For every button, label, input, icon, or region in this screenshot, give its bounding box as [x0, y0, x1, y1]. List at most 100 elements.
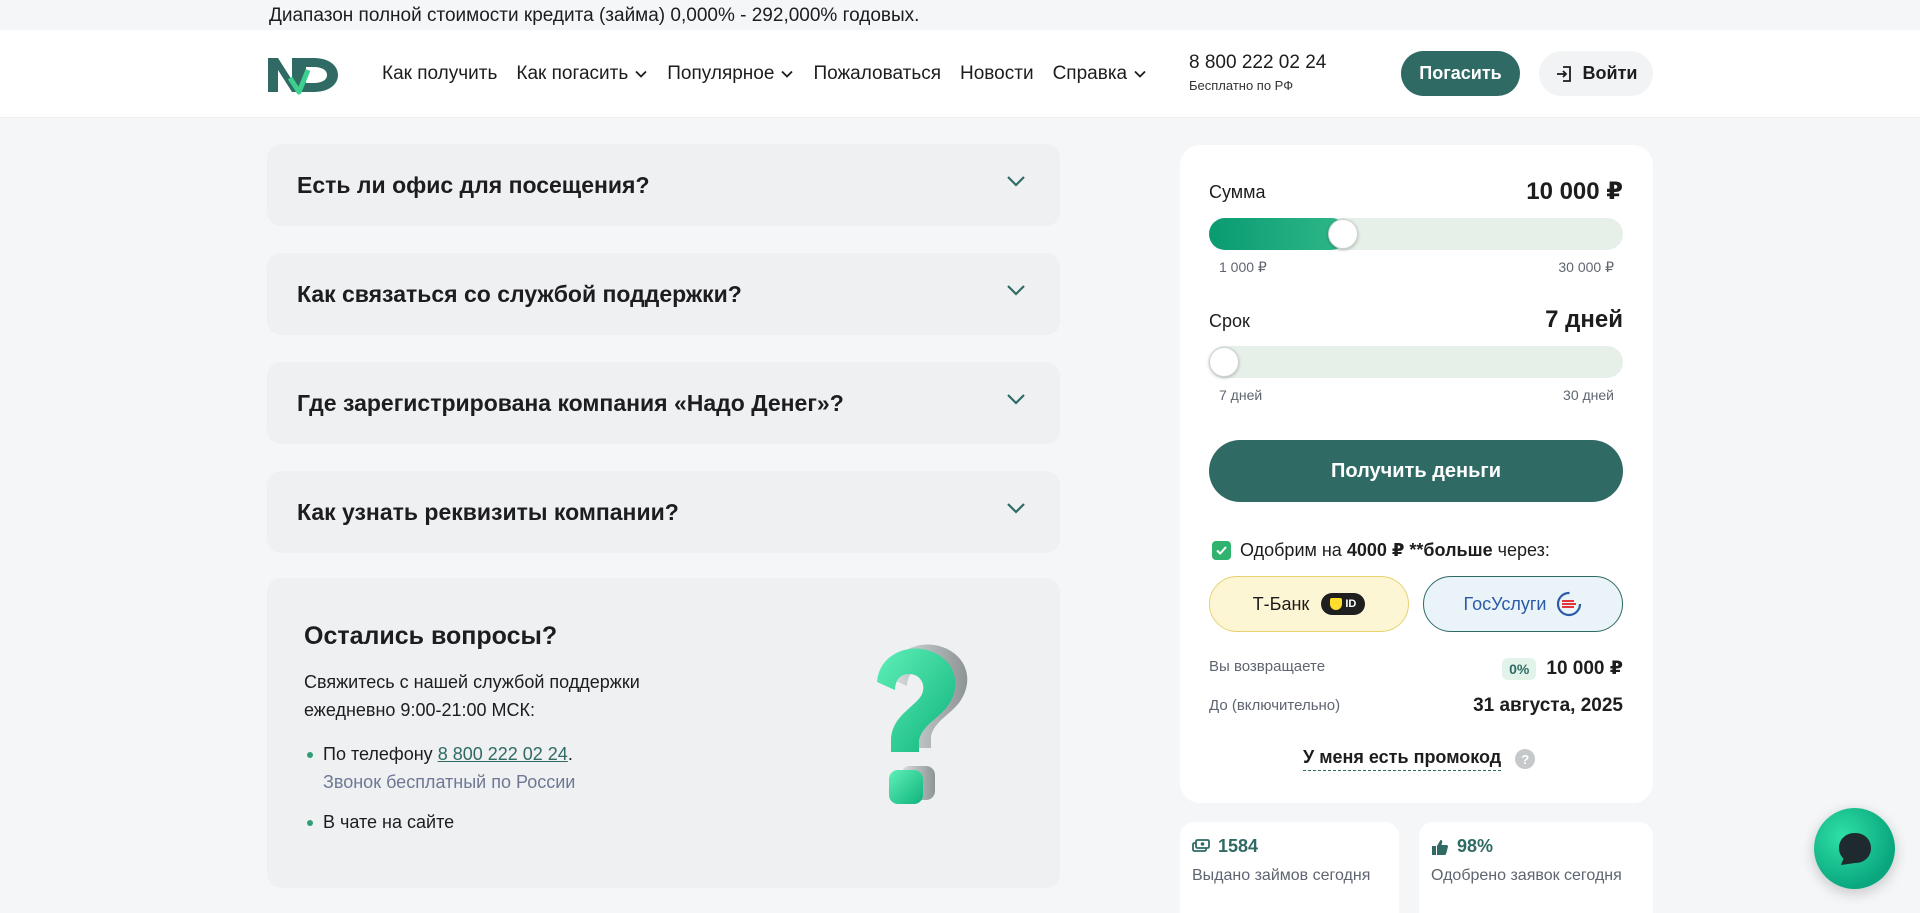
faq-question: Есть ли офис для посещения? — [297, 172, 650, 198]
amount-max: 30 000 ₽ — [1558, 259, 1614, 275]
apr-disclaimer-bar: Диапазон полной стоимости кредита (займа… — [0, 0, 1920, 30]
chevron-down-icon — [1007, 394, 1025, 405]
nav-label: Пожаловаться — [813, 63, 942, 84]
money-icon — [1192, 838, 1210, 852]
gosuslugi-icon — [1557, 591, 1582, 617]
checkmark-icon — [1216, 546, 1227, 555]
site-header: Как получить Как погасить Популярное Пож… — [0, 30, 1920, 118]
gosuslugi-label: ГосУслуги — [1463, 593, 1547, 614]
term-min: 7 дней — [1219, 387, 1263, 403]
question-mark-illustration — [877, 644, 968, 804]
tbank-shield-icon — [1330, 598, 1343, 610]
stat-value-row: 98% — [1431, 836, 1493, 857]
tbank-id-badge: ID — [1321, 593, 1366, 615]
contact-phone-prefix: По телефону — [323, 744, 438, 764]
chevron-down-icon — [1007, 503, 1025, 514]
contact-options: По телефону 8 800 222 02 24. Звонок бесп… — [304, 740, 575, 836]
faq-item[interactable]: Как узнать реквизиты компании? — [267, 471, 1060, 553]
faq-question: Как узнать реквизиты компании? — [297, 499, 679, 525]
nav-help[interactable]: Справка — [1053, 63, 1148, 85]
help-icon[interactable]: ? — [1515, 749, 1536, 769]
promo-code-link[interactable]: У меня есть промокод — [1303, 747, 1502, 771]
phone-note: Бесплатно по РФ — [1189, 78, 1294, 93]
main-nav: Как получить Как погасить Популярное Пож… — [382, 30, 1147, 118]
nav-label: Новости — [960, 63, 1034, 84]
nav-label: Популярное — [667, 63, 775, 84]
term-label: Срок — [1209, 311, 1250, 331]
approve-more: **больше — [1404, 540, 1493, 560]
term-max: 30 дней — [1563, 387, 1614, 403]
loan-calculator: Сумма 10 000 ₽ 1 000 ₽ 30 000 ₽ Срок 7 д… — [1180, 145, 1653, 803]
amount-min: 1 000 ₽ — [1219, 259, 1267, 275]
nav-popular[interactable]: Популярное — [667, 63, 794, 85]
faq-question: Как связаться со службой поддержки? — [297, 281, 742, 307]
return-label: Вы возвращаете — [1209, 658, 1326, 675]
contact-phone-link[interactable]: 8 800 222 02 24 — [438, 744, 568, 764]
chat-bubble-icon — [1838, 832, 1871, 865]
chat-launcher-button[interactable] — [1814, 808, 1895, 889]
chevron-down-icon — [1134, 70, 1146, 78]
tbank-id-text: ID — [1345, 598, 1357, 610]
tbank-id-button[interactable]: Т-Банк ID — [1209, 576, 1409, 632]
amount-slider-thumb[interactable] — [1328, 219, 1359, 249]
contact-title: Остались вопросы? — [304, 622, 558, 650]
amount-slider[interactable] — [1209, 218, 1623, 250]
amount-label: Сумма — [1209, 182, 1266, 202]
login-icon — [1556, 65, 1571, 82]
contact-phone-note: Звонок бесплатный по России — [323, 772, 576, 792]
support-contact-card: Остались вопросы? Свяжитесь с нашей служ… — [267, 578, 1060, 888]
contact-phone-suffix: . — [567, 744, 573, 764]
stat-loans-issued: 1584 Выдано займов сегодня — [1180, 822, 1399, 913]
logo[interactable] — [266, 52, 340, 96]
term-slider[interactable] — [1209, 346, 1623, 378]
chevron-down-icon — [781, 70, 794, 78]
login-label: Войти — [1582, 63, 1638, 83]
tbank-label: Т-Банк — [1252, 593, 1310, 614]
checkbox-checked[interactable] — [1212, 541, 1231, 560]
amount-value: 10 000 ₽ — [1526, 178, 1623, 205]
faq-item[interactable]: Где зарегистрирована компания «Надо Дене… — [267, 362, 1060, 444]
nav-label: Как получить — [382, 63, 498, 84]
nav-how-to-get[interactable]: Как получить — [382, 63, 497, 85]
nav-label: Справка — [1052, 63, 1128, 84]
stat-value: 98% — [1457, 836, 1494, 856]
term-slider-thumb[interactable] — [1209, 347, 1239, 377]
chevron-down-icon — [1007, 285, 1025, 296]
return-value-row: 0% 10 000 ₽ — [1502, 657, 1623, 680]
contact-text: Свяжитесь с нашей службой поддержки ежед… — [304, 672, 640, 720]
gosuslugi-button[interactable]: ГосУслуги — [1423, 576, 1623, 632]
approve-suffix: через: — [1492, 540, 1550, 560]
amount-slider-fill — [1209, 218, 1348, 250]
until-label: До (включительно) — [1209, 697, 1341, 714]
stat-label: Одобрено заявок сегодня — [1431, 867, 1622, 884]
approve-text: Одобрим на 4000 ₽ **больше через: — [1240, 540, 1550, 561]
faq-question: Где зарегистрирована компания «Надо Дене… — [297, 390, 844, 416]
repay-button[interactable]: Погасить — [1401, 51, 1520, 96]
contact-phone-item: По телефону 8 800 222 02 24. Звонок бесп… — [304, 740, 575, 796]
get-money-button[interactable]: Получить деньги — [1209, 440, 1623, 502]
chevron-down-icon — [635, 70, 647, 78]
chevron-down-icon — [1007, 176, 1025, 187]
stat-applications-approved: 98% Одобрено заявок сегодня — [1419, 822, 1653, 913]
approve-amount: 4000 ₽ — [1346, 540, 1405, 560]
return-value: 10 000 ₽ — [1546, 658, 1623, 679]
apr-disclaimer-text: Диапазон полной стоимости кредита (займа… — [269, 5, 920, 26]
contact-chat-item: В чате на сайте — [304, 808, 575, 836]
stat-label: Выдано займов сегодня — [1192, 867, 1371, 884]
faq-item[interactable]: Как связаться со службой поддержки? — [267, 253, 1060, 335]
header-phone[interactable]: 8 800 222 02 24 Бесплатно по РФ — [1189, 52, 1326, 93]
faq-item[interactable]: Есть ли офис для посещения? — [267, 144, 1060, 226]
approve-prefix: Одобрим на — [1240, 540, 1347, 560]
approve-more-option[interactable]: Одобрим на 4000 ₽ **больше через: — [1212, 540, 1550, 561]
until-value: 31 августа, 2025 — [1473, 695, 1623, 716]
zero-percent-badge: 0% — [1502, 657, 1537, 680]
stat-value: 1584 — [1218, 836, 1259, 856]
thumbs-up-icon — [1432, 839, 1448, 855]
phone-number[interactable]: 8 800 222 02 24 — [1189, 52, 1326, 74]
promo-code-row: У меня есть промокод ? — [1303, 747, 1536, 771]
nav-how-to-repay[interactable]: Как погасить — [516, 63, 648, 85]
login-button[interactable]: Войти — [1539, 51, 1653, 96]
nav-complain[interactable]: Пожаловаться — [813, 63, 941, 85]
term-value: 7 дней — [1545, 306, 1623, 333]
nav-news[interactable]: Новости — [960, 63, 1034, 85]
